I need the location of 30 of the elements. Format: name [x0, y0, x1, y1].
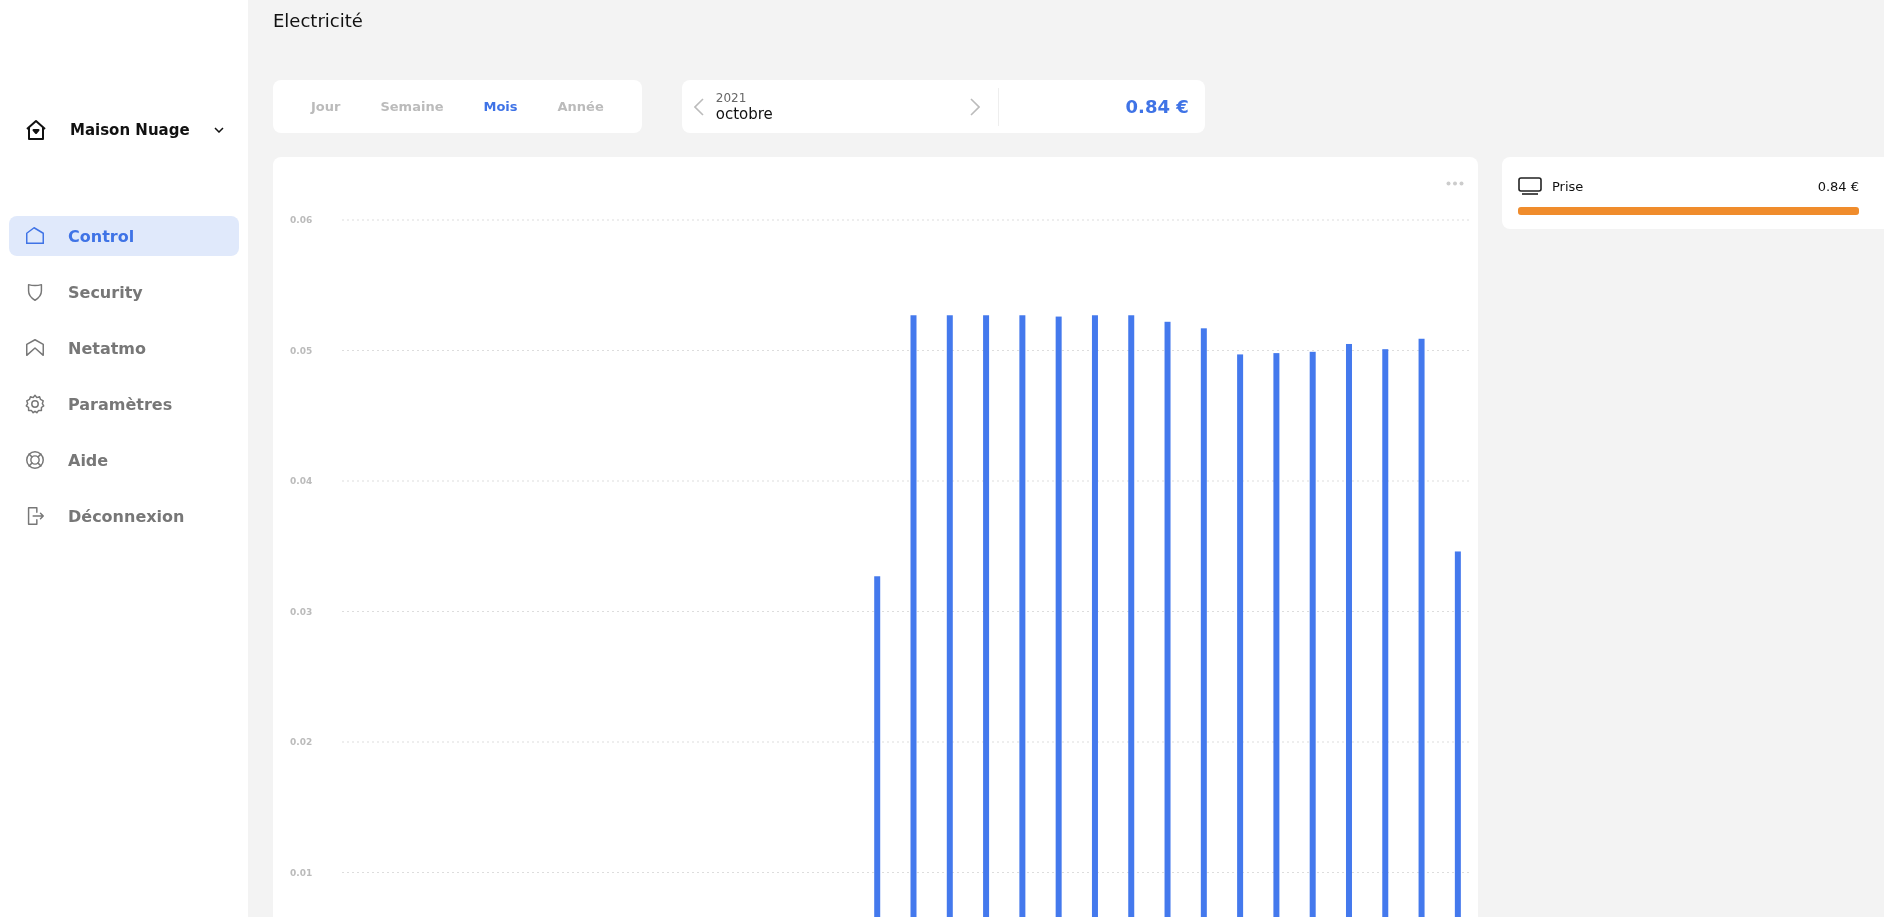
axis-tick-label: 0.05 [290, 345, 313, 356]
sidebar-item[interactable]: Déconnexion [9, 496, 239, 536]
sidebar-item[interactable]: Netatmo [9, 328, 239, 368]
period-tab[interactable]: Mois [463, 93, 538, 120]
device-name: Prise [1552, 178, 1585, 194]
total-cost: 0.84 € [1124, 96, 1190, 117]
axis-tick-label: 0.06 [290, 215, 313, 225]
more-options-icon[interactable] [1446, 181, 1464, 186]
sidebar-item[interactable]: Control [9, 216, 239, 256]
home-selector[interactable]: Maison Nuage [0, 112, 248, 148]
home-icon [24, 225, 46, 247]
axis-tick-label: 0.02 [290, 737, 313, 747]
axis-tick-label: 0.04 [290, 476, 313, 486]
lifebuoy-icon [24, 449, 46, 471]
device-cost: 0.84 € [1817, 178, 1859, 194]
chevron-right-icon [969, 97, 980, 116]
chevron-down-icon [214, 127, 224, 133]
home-icon [24, 118, 48, 142]
sidebar-item[interactable]: Aide [9, 440, 239, 480]
sidebar-item[interactable]: Paramètres [9, 384, 239, 424]
year-label: 2021 [715, 90, 748, 105]
house-outline-icon [24, 337, 46, 359]
sidebar-item[interactable]: Security [9, 272, 239, 312]
page-title: Electricité [273, 10, 364, 31]
month-label: octobre [715, 104, 774, 123]
chevron-left-icon [693, 97, 704, 116]
axis-tick-label: 0.03 [290, 606, 313, 617]
axis-tick-label: 0.01 [290, 867, 313, 878]
tv-icon [1518, 177, 1542, 195]
settings-icon [24, 393, 46, 415]
